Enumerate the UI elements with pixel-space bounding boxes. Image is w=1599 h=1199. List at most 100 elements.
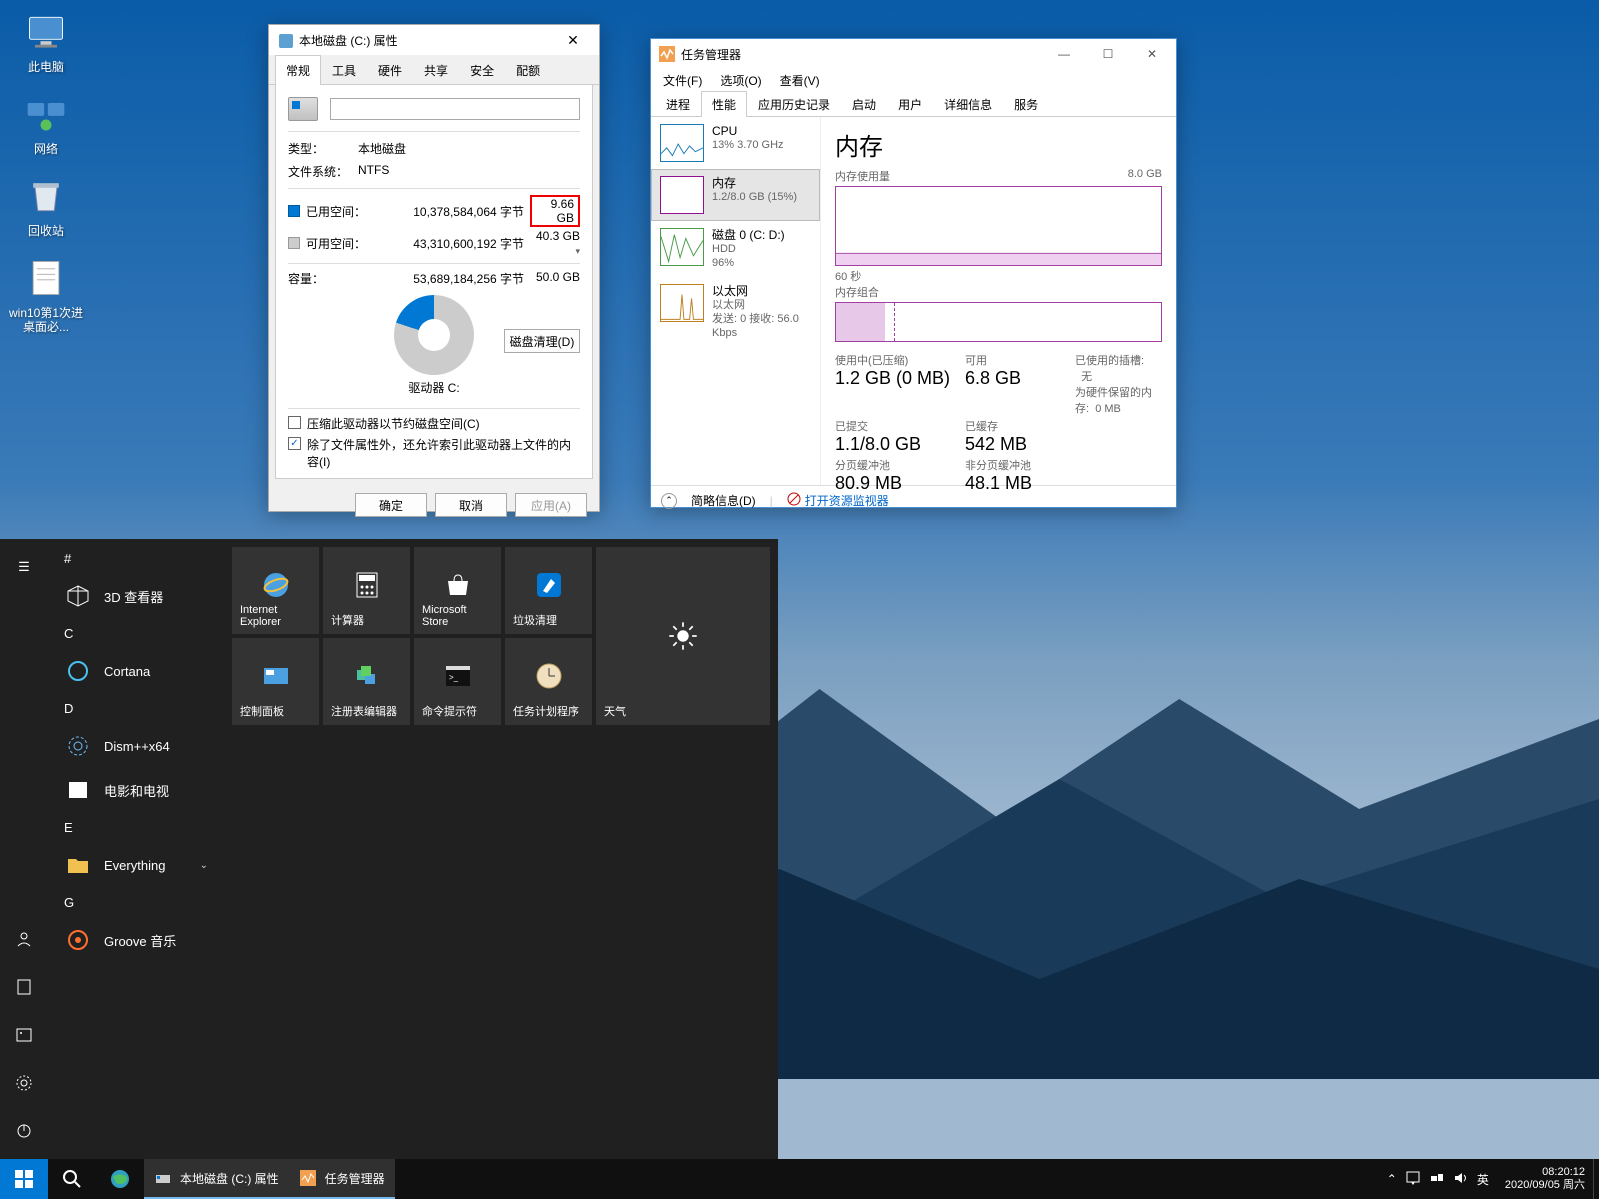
tab-services[interactable]: 服务 xyxy=(1003,91,1049,117)
tile-task-scheduler[interactable]: 任务计划程序 xyxy=(505,638,592,725)
tile-control-panel[interactable]: 控制面板 xyxy=(232,638,319,725)
app-3d-viewer[interactable]: 3D 查看器 xyxy=(48,574,224,618)
start-menu: ☰ # 3D 查看器 C Cortana D Dism++x64 电影和电视 E xyxy=(0,539,778,1159)
letter-header[interactable]: # xyxy=(48,543,224,574)
cube-icon xyxy=(64,582,92,610)
tab-tools[interactable]: 工具 xyxy=(321,55,367,85)
taskbar-item-taskmgr[interactable]: 任务管理器 xyxy=(289,1159,395,1199)
memory-sparkline xyxy=(660,176,704,214)
disk-cleanup-button[interactable]: 磁盘清理(D) xyxy=(504,329,580,353)
type-value: 本地磁盘 xyxy=(358,140,580,157)
brief-info-button[interactable]: 简略信息(D) xyxy=(691,492,756,509)
show-desktop-button[interactable] xyxy=(1593,1159,1599,1199)
edge-button[interactable] xyxy=(96,1159,144,1199)
folder-icon xyxy=(64,851,92,879)
rail-settings-button[interactable] xyxy=(0,1059,48,1107)
tab-performance[interactable]: 性能 xyxy=(701,91,747,117)
rail-expand-button[interactable]: ☰ xyxy=(0,543,48,591)
menu-file[interactable]: 文件(F) xyxy=(655,70,710,91)
properties-tabs: 常规 工具 硬件 共享 安全 配额 xyxy=(269,55,599,85)
cancel-button[interactable]: 取消 xyxy=(435,493,507,517)
filesystem-label: 文件系统： xyxy=(288,163,358,180)
tab-sharing[interactable]: 共享 xyxy=(413,55,459,85)
used-swatch xyxy=(288,205,300,217)
tab-general[interactable]: 常规 xyxy=(275,55,321,85)
network-icon[interactable] xyxy=(1429,1170,1445,1189)
app-everything[interactable]: Everything ⌄ xyxy=(48,843,224,887)
tray-up-icon[interactable]: ⌃ xyxy=(1387,1172,1397,1186)
taskmgr-menubar: 文件(F) 选项(O) 查看(V) xyxy=(651,69,1176,91)
start-button[interactable] xyxy=(0,1159,48,1199)
sidebar-ethernet[interactable]: 以太网以太网发送: 0 接收: 56.0 Kbps xyxy=(651,277,820,347)
start-apps-list[interactable]: # 3D 查看器 C Cortana D Dism++x64 电影和电视 E E… xyxy=(48,539,224,1159)
maximize-button[interactable]: ☐ xyxy=(1086,40,1130,68)
taskbar-item-properties[interactable]: 本地磁盘 (C:) 属性 xyxy=(144,1159,289,1199)
desktop-icon-network[interactable]: 网络 xyxy=(8,90,84,156)
menu-options[interactable]: 选项(O) xyxy=(712,70,769,91)
tile-cmd[interactable]: >_命令提示符 xyxy=(414,638,501,725)
open-resource-monitor-link[interactable]: 打开资源监视器 xyxy=(787,492,889,509)
regedit-icon xyxy=(351,660,383,692)
taskbar-clock[interactable]: 08:20:12 2020/09/05 周六 xyxy=(1497,1166,1593,1192)
desktop-icon-file[interactable]: win10第1次进桌面必... xyxy=(8,254,84,334)
ime-indicator[interactable]: 英 xyxy=(1477,1171,1489,1188)
rail-power-button[interactable] xyxy=(0,1107,48,1155)
letter-header[interactable]: C xyxy=(48,618,224,649)
app-groove-music[interactable]: Groove 音乐 xyxy=(48,918,224,962)
ok-button[interactable]: 确定 xyxy=(355,493,427,517)
tab-app-history[interactable]: 应用历史记录 xyxy=(747,91,841,117)
desktop-icon-this-pc[interactable]: 此电脑 xyxy=(8,8,84,74)
time-axis: 60 秒 xyxy=(835,268,861,284)
cpu-sparkline xyxy=(660,124,704,162)
menu-view[interactable]: 查看(V) xyxy=(772,70,828,91)
tab-users[interactable]: 用户 xyxy=(887,91,933,117)
app-dism[interactable]: Dism++x64 xyxy=(48,724,224,768)
desktop-icon-recycle-bin[interactable]: 回收站 xyxy=(8,172,84,238)
volume-icon[interactable] xyxy=(1453,1170,1469,1189)
tab-hardware[interactable]: 硬件 xyxy=(367,55,413,85)
used-bytes: 10,378,584,064 字节 xyxy=(372,203,524,220)
properties-titlebar[interactable]: 本地磁盘 (C:) 属性 ✕ xyxy=(269,25,599,55)
close-button[interactable]: ✕ xyxy=(551,25,595,55)
tab-security[interactable]: 安全 xyxy=(459,55,505,85)
net-sparkline xyxy=(660,284,704,322)
app-movies-tv[interactable]: 电影和电视 xyxy=(48,768,224,812)
chevron-up-icon[interactable]: ⌃ xyxy=(661,493,677,509)
pc-icon xyxy=(22,8,70,56)
compress-checkbox-row[interactable]: 压缩此驱动器以节约磁盘空间(C) xyxy=(288,415,580,432)
index-checkbox-row[interactable]: ✓ 除了文件属性外，还允许索引此驱动器上文件的内容(I) xyxy=(288,436,580,470)
network-icon xyxy=(22,90,70,138)
search-button[interactable] xyxy=(48,1159,96,1199)
sidebar-disk[interactable]: 磁盘 0 (C: D:)HDD96% xyxy=(651,221,820,277)
taskmgr-icon xyxy=(299,1169,317,1187)
store-icon xyxy=(442,569,474,601)
rail-documents-button[interactable] xyxy=(0,963,48,1011)
tab-startup[interactable]: 启动 xyxy=(841,91,887,117)
action-center-icon[interactable] xyxy=(1405,1170,1421,1189)
letter-header[interactable]: D xyxy=(48,693,224,724)
tile-weather[interactable]: 天气 xyxy=(596,547,770,725)
tab-quota[interactable]: 配额 xyxy=(505,55,551,85)
tile-calculator[interactable]: 计算器 xyxy=(323,547,410,634)
tile-regedit[interactable]: 注册表编辑器 xyxy=(323,638,410,725)
capacity-bytes: 53,689,184,256 字节 xyxy=(366,270,524,287)
tab-details[interactable]: 详细信息 xyxy=(933,91,1003,117)
tile-junk-clean[interactable]: 垃圾清理 xyxy=(505,547,592,634)
used-gb-highlighted: 9.66 GB xyxy=(530,195,580,227)
rail-account-button[interactable] xyxy=(0,915,48,963)
close-button[interactable]: ✕ xyxy=(1130,40,1174,68)
rail-pictures-button[interactable] xyxy=(0,1011,48,1059)
disk-sparkline xyxy=(660,228,704,266)
tile-ie[interactable]: Internet Explorer xyxy=(232,547,319,634)
tab-processes[interactable]: 进程 xyxy=(655,91,701,117)
taskmgr-titlebar[interactable]: 任务管理器 — ☐ ✕ xyxy=(651,39,1176,69)
sidebar-cpu[interactable]: CPU13% 3.70 GHz xyxy=(651,117,820,169)
app-cortana[interactable]: Cortana xyxy=(48,649,224,693)
capacity-gb: 50.0 GB xyxy=(530,270,580,287)
tile-store[interactable]: Microsoft Store xyxy=(414,547,501,634)
sidebar-memory[interactable]: 内存1.2/8.0 GB (15%) xyxy=(651,169,820,221)
minimize-button[interactable]: — xyxy=(1042,40,1086,68)
volume-name-input[interactable] xyxy=(330,98,580,120)
letter-header[interactable]: E xyxy=(48,812,224,843)
letter-header[interactable]: G xyxy=(48,887,224,918)
